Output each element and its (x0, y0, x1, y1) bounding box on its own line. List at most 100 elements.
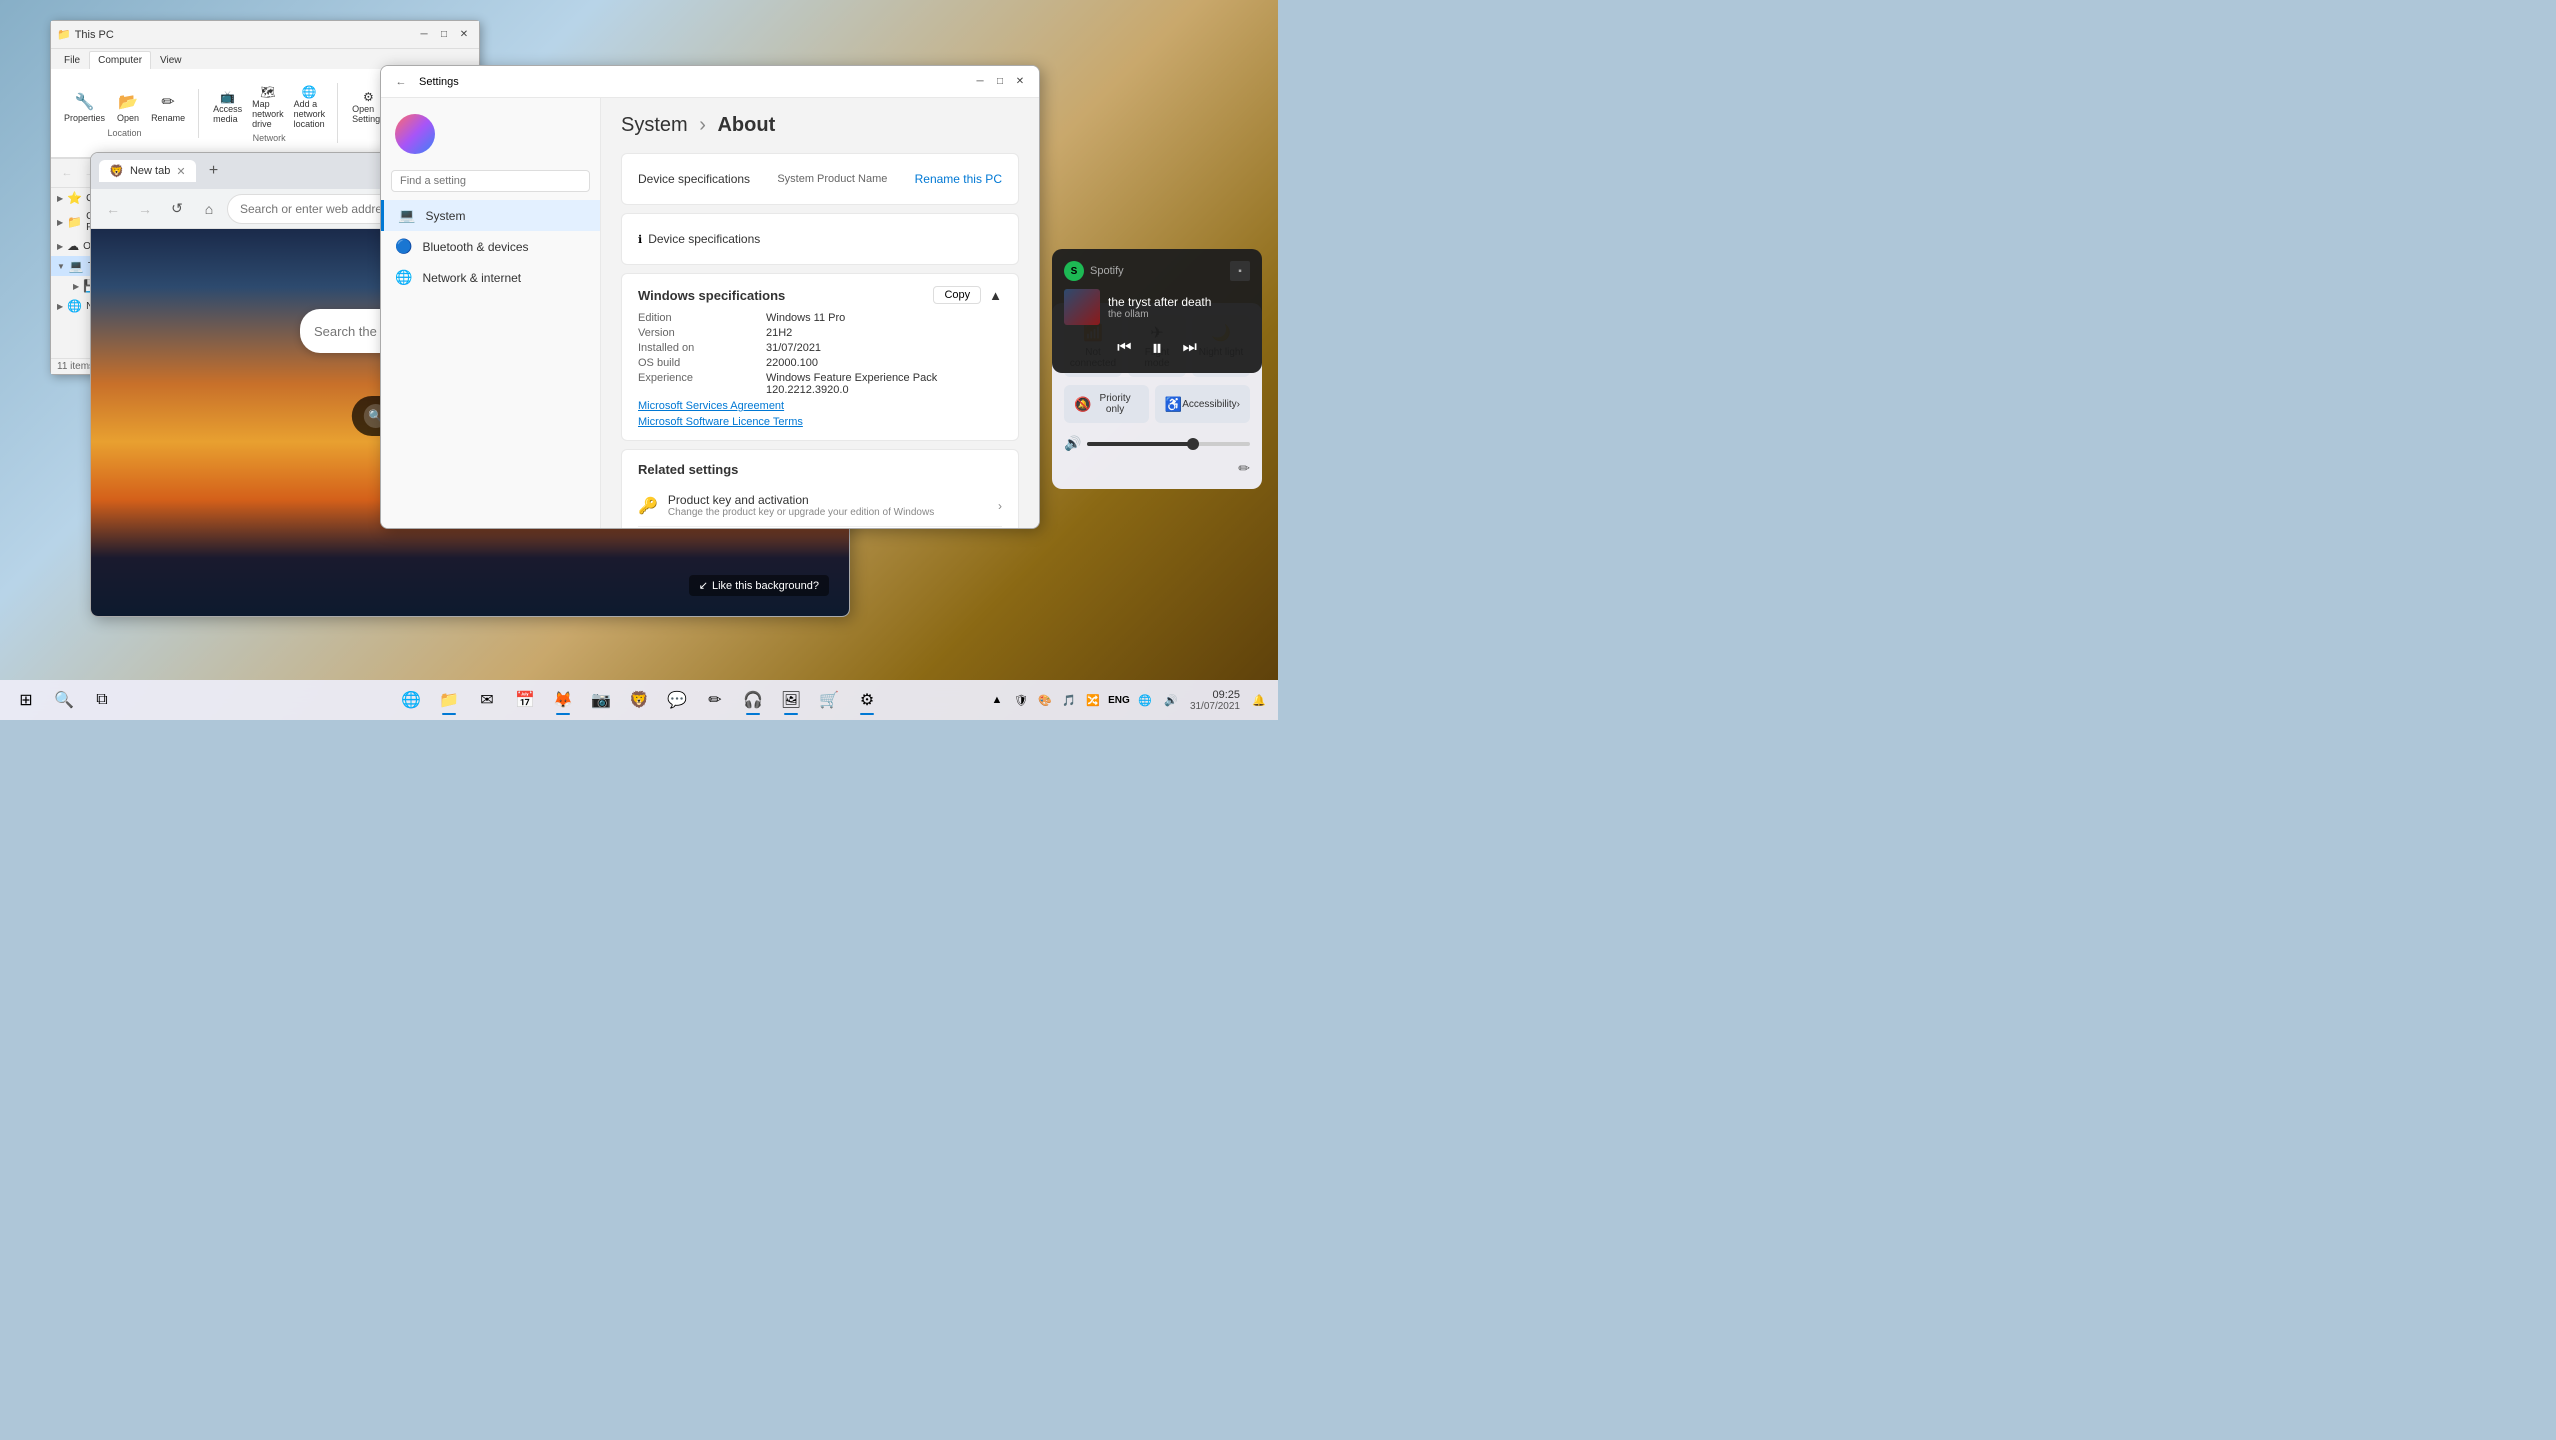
notifications-btn[interactable]: 🔔 (1248, 689, 1270, 711)
breadcrumb-about: About (717, 114, 775, 136)
system-tray: ▲ 🛡 🎨 🎵 🔀 (986, 689, 1104, 711)
related-activation[interactable]: 🔑 Product key and activation Change the … (638, 485, 1002, 527)
minimize-button[interactable]: ─ (415, 26, 433, 44)
map-drive-btn[interactable]: 🗺 Map network drive (248, 83, 288, 131)
tab-view[interactable]: View (151, 51, 191, 69)
rename-pc-btn[interactable]: Rename this PC (915, 172, 1002, 186)
next-track-btn[interactable]: ⏭ (1179, 335, 1201, 361)
taskbar-appstore[interactable]: 🛒 (811, 682, 847, 718)
maximize-button[interactable]: □ (435, 26, 453, 44)
spotify-close-btn[interactable]: ▪ (1230, 261, 1250, 281)
volume-slider[interactable] (1087, 442, 1250, 446)
browser-back-btn[interactable]: ← (99, 195, 127, 223)
msl-link[interactable]: Microsoft Software Licence Terms (638, 416, 1002, 428)
taskbar-explorer[interactable]: 📁 (431, 682, 467, 718)
breadcrumb-sep: › (699, 114, 706, 136)
settings-maximize[interactable]: □ (991, 73, 1009, 91)
accessibility-label: Accessibility (1182, 399, 1236, 410)
tab-label: New tab (130, 165, 170, 177)
device-specs-header: ℹ Device specifications (638, 226, 1002, 252)
back-button[interactable]: ← (57, 163, 77, 183)
taskbar-teams[interactable]: 💬 (659, 682, 695, 718)
key-icon: 🔑 (638, 496, 658, 516)
arrow-icon: ▶ (57, 194, 63, 203)
taskbar-brave[interactable]: 🦁 (621, 682, 657, 718)
taskbar-mail[interactable]: ✉ (469, 682, 505, 718)
browser-forward-btn[interactable]: → (131, 195, 159, 223)
settings-minimize[interactable]: ─ (971, 73, 989, 91)
settings-search-input[interactable] (391, 170, 590, 192)
spotify-controls: ⏮ ⏸ ⏭ (1064, 335, 1250, 361)
taskbar-photos[interactable]: 📷 (583, 682, 619, 718)
experience-value: Windows Feature Experience Pack 120.2212… (766, 372, 1002, 396)
related-remote[interactable]: 🖥 Remote desktop Control this device fro… (638, 527, 1002, 528)
close-button[interactable]: ✕ (455, 26, 473, 44)
msa-link[interactable]: Microsoft Services Agreement (638, 400, 1002, 412)
properties-label: Properties (64, 113, 105, 123)
bluetooth-icon: 🔵 (395, 238, 412, 255)
taskbar-edge[interactable]: 🌐 (393, 682, 429, 718)
taskbar-spotify[interactable]: 🎧 (735, 682, 771, 718)
add-network-btn[interactable]: 🌐 Add a network location (290, 83, 330, 131)
map-drive-icon: 🗺 (260, 85, 275, 99)
tray-creative[interactable]: 🎨 (1034, 689, 1056, 711)
system-clock[interactable]: 09:25 31/07/2021 (1186, 687, 1244, 714)
artist-name: the ollam (1108, 309, 1211, 320)
edit-quick-settings-btn[interactable]: ✏ (1238, 460, 1250, 477)
tab-close-btn[interactable]: ✕ (176, 165, 185, 178)
tray-language[interactable]: ENG (1108, 689, 1130, 711)
nav-network[interactable]: 🌐 Network & internet (381, 262, 600, 293)
tray-show-hidden[interactable]: ▲ (986, 689, 1008, 711)
settings-back-btn[interactable]: ← (391, 72, 411, 92)
browser-tab-new[interactable]: 🦁 New tab ✕ (99, 160, 196, 182)
tab-file[interactable]: File (55, 51, 89, 69)
new-tab-button[interactable]: + (202, 159, 226, 183)
collapse-icon[interactable]: ▲ (989, 288, 1002, 303)
settings-close[interactable]: ✕ (1011, 73, 1029, 91)
taskbar-firefox[interactable]: 🦊 (545, 682, 581, 718)
os-build-label: OS build (638, 357, 758, 369)
copy-button[interactable]: Copy (933, 286, 981, 304)
tray-git[interactable]: 🔀 (1082, 689, 1104, 711)
tab-browser-icon: 🦁 (109, 164, 124, 178)
tab-computer[interactable]: Computer (89, 51, 151, 69)
taskbar-settings[interactable]: ⚙ (849, 682, 885, 718)
tray-network[interactable]: 🌐 (1134, 689, 1156, 711)
qs-accessibility-btn[interactable]: ♿ Accessibility › (1155, 385, 1250, 423)
os-build-value: 22000.100 (766, 357, 1002, 369)
taskbar-onenote[interactable]: ✏ (697, 682, 733, 718)
rename-icon: ✏ (161, 92, 174, 112)
file-explorer-titlebar: 📁 This PC ─ □ ✕ (51, 21, 479, 49)
installed-label: Installed on (638, 342, 758, 354)
onedrive-icon: ☁ (67, 239, 79, 253)
browser-home-btn[interactable]: ⌂ (195, 195, 223, 223)
priority-icon: 🔕 (1074, 396, 1091, 413)
taskbar-calendar[interactable]: 📅 (507, 682, 543, 718)
rename-btn[interactable]: ✏ Rename (146, 89, 190, 126)
tray-spotify-tray[interactable]: 🎵 (1058, 689, 1080, 711)
access-media-btn[interactable]: 📺 Access media (209, 88, 246, 126)
browser-refresh-btn[interactable]: ↺ (163, 195, 191, 223)
tray-volume[interactable]: 🔊 (1160, 689, 1182, 711)
version-value: 21H2 (766, 327, 1002, 339)
network-settings-icon: 🌐 (395, 269, 412, 286)
start-btn[interactable]: ⊞ (8, 682, 44, 718)
nav-bluetooth[interactable]: 🔵 Bluetooth & devices (381, 231, 600, 262)
spotify-header: S Spotify ▪ (1064, 261, 1250, 281)
add-network-icon: 🌐 (302, 85, 317, 99)
open-btn[interactable]: 📂 Open (112, 89, 144, 126)
tray-vpn[interactable]: 🛡 (1010, 689, 1032, 711)
task-view-btn[interactable]: ⧉ (84, 682, 120, 718)
activation-desc: Change the product key or upgrade your e… (668, 507, 998, 518)
search-btn[interactable]: 🔍 (46, 682, 82, 718)
prev-track-btn[interactable]: ⏮ (1113, 335, 1135, 361)
settings-main: System › About Device specifications Sys… (601, 98, 1039, 528)
like-background-btn[interactable]: ↙ Like this background? (689, 575, 829, 596)
taskbar-photoshop[interactable]: 🖼 (773, 682, 809, 718)
installed-value: 31/07/2021 (766, 342, 1002, 354)
qs-priority-btn[interactable]: 🔕 Priority only (1064, 385, 1149, 423)
properties-btn[interactable]: 🔧 Properties (59, 89, 110, 126)
nav-system[interactable]: 💻 System (381, 200, 600, 231)
play-pause-btn[interactable]: ⏸ (1151, 335, 1162, 361)
settings-window: ← Settings ─ □ ✕ 💻 System 🔵 Bluetooth & … (380, 65, 1040, 529)
